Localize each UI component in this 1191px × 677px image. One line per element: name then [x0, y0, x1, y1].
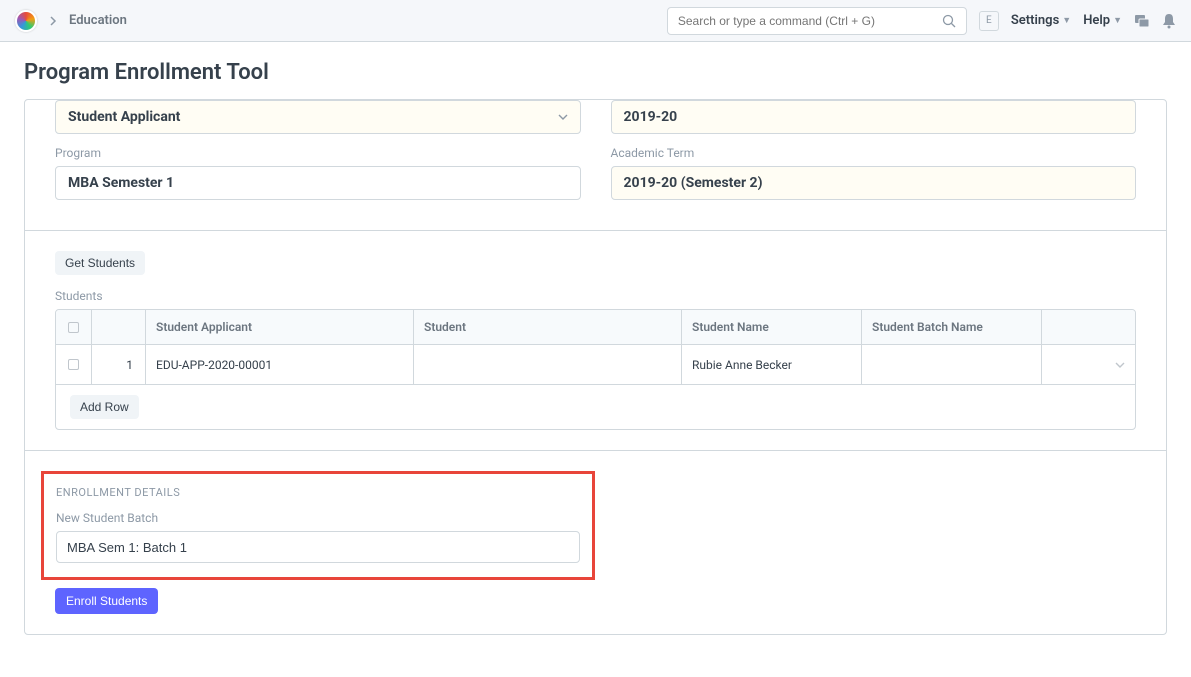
header-batch: Student Batch Name [862, 310, 1042, 344]
help-label: Help [1083, 13, 1110, 28]
table-row[interactable]: 1 EDU-APP-2020-00001 Rubie Anne Becker [56, 345, 1135, 385]
students-section: Get Students Students Student Applicant … [25, 231, 1166, 450]
new-batch-label: New Student Batch [56, 511, 580, 525]
search-input[interactable] [678, 14, 942, 28]
row-batch[interactable] [862, 345, 1042, 384]
academic-term-label: Academic Term [611, 146, 1137, 160]
program-input[interactable]: MBA Semester 1 [55, 166, 581, 200]
header-index-cell [92, 310, 146, 344]
bell-icon[interactable] [1162, 13, 1176, 29]
caret-down-icon: ▼ [1062, 15, 1071, 26]
caret-down-icon: ▼ [1113, 15, 1122, 26]
academic-year-input[interactable]: 2019-20 [611, 100, 1137, 134]
app-logo[interactable] [15, 10, 37, 32]
row-applicant[interactable]: EDU-APP-2020-00001 [146, 345, 414, 384]
navbar-right: E Settings ▼ Help ▼ [667, 7, 1176, 35]
navbar: Education E Settings ▼ Help ▼ [0, 0, 1191, 42]
get-students-button[interactable]: Get Students [55, 251, 145, 275]
navbar-left: Education [15, 10, 127, 32]
student-type-value: Student Applicant [68, 109, 180, 125]
select-all-checkbox[interactable] [68, 322, 79, 333]
help-menu[interactable]: Help ▼ [1083, 13, 1122, 28]
chevron-right-icon [49, 16, 57, 26]
header-checkbox-cell [56, 310, 92, 344]
row-checkbox[interactable] [68, 359, 79, 370]
form-section-top: Student Applicant Program MBA Semester 1… [25, 100, 1166, 230]
highlighted-enrollment-box: ENROLLMENT DETAILS New Student Batch [41, 471, 595, 580]
breadcrumb-education[interactable]: Education [69, 13, 127, 28]
row-name[interactable]: Rubie Anne Becker [682, 345, 862, 384]
user-badge[interactable]: E [979, 11, 999, 31]
add-row-button[interactable]: Add Row [70, 395, 139, 419]
chat-icon[interactable] [1134, 14, 1150, 28]
header-name: Student Name [682, 310, 862, 344]
page-title: Program Enrollment Tool [24, 60, 1167, 85]
chevron-down-icon [1115, 362, 1125, 368]
main-card: Student Applicant Program MBA Semester 1… [24, 99, 1167, 635]
search-icon[interactable] [942, 14, 956, 28]
students-table-label: Students [55, 289, 1136, 303]
search-box[interactable] [667, 7, 967, 35]
enroll-students-button[interactable]: Enroll Students [55, 588, 158, 614]
academic-term-value: 2019-20 (Semester 2) [624, 175, 763, 191]
academic-year-value: 2019-20 [624, 109, 678, 125]
program-value: MBA Semester 1 [68, 175, 174, 191]
table-footer: Add Row [56, 385, 1135, 429]
row-menu[interactable] [1042, 345, 1135, 384]
student-type-select[interactable]: Student Applicant [55, 100, 581, 134]
academic-term-input[interactable]: 2019-20 (Semester 2) [611, 166, 1137, 200]
header-applicant: Student Applicant [146, 310, 414, 344]
new-batch-input[interactable] [56, 531, 580, 563]
header-student: Student [414, 310, 682, 344]
table-header: Student Applicant Student Student Name S… [56, 310, 1135, 345]
row-checkbox-cell [56, 345, 92, 384]
program-label: Program [55, 146, 581, 160]
row-student[interactable] [414, 345, 682, 384]
settings-menu[interactable]: Settings ▼ [1011, 13, 1071, 28]
row-index: 1 [92, 345, 146, 384]
students-table: Student Applicant Student Student Name S… [55, 309, 1136, 430]
settings-label: Settings [1011, 13, 1059, 28]
header-menu [1042, 310, 1135, 344]
page-title-area: Program Enrollment Tool [0, 42, 1191, 99]
enrollment-heading: ENROLLMENT DETAILS [56, 486, 580, 499]
chevron-down-icon [558, 114, 568, 120]
enrollment-section: ENROLLMENT DETAILS New Student Batch Enr… [25, 451, 1166, 634]
